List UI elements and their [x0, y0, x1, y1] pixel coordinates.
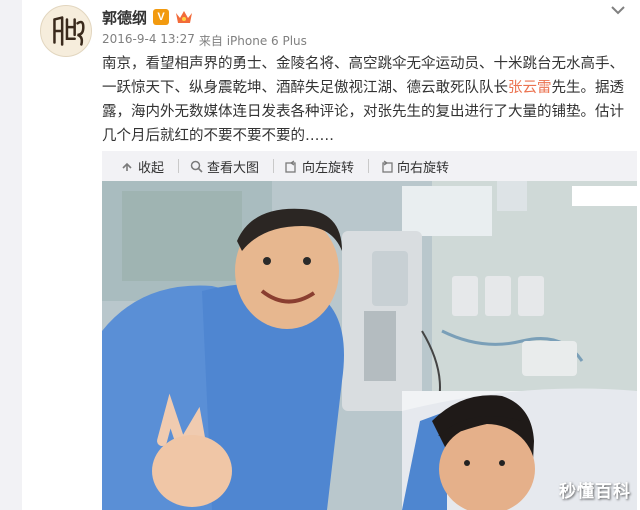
- post-meta: 2016-9-4 13:27 来自 iPhone 6 Plus: [102, 32, 307, 49]
- rotate-right-label: 向右旋转: [397, 160, 450, 176]
- mention-link[interactable]: 张云雷: [508, 80, 552, 96]
- page-left-gutter: [0, 0, 22, 510]
- post-photo[interactable]: 秒懂百科: [102, 181, 637, 510]
- hospital-photo-illustration: [102, 181, 637, 510]
- watermark: 秒懂百科: [559, 482, 631, 502]
- avatar-logo-icon: [53, 16, 85, 46]
- rotate-right-icon: [379, 159, 393, 173]
- view-large-button[interactable]: 查看大图: [189, 157, 284, 176]
- verified-icon[interactable]: V: [153, 9, 170, 25]
- avatar[interactable]: [40, 5, 92, 57]
- collapse-button[interactable]: 收起: [120, 157, 189, 176]
- media-toolbar: 收起 查看大图 向左旋转 向右旋转: [102, 151, 637, 181]
- rotate-left-label: 向左旋转: [302, 160, 355, 176]
- rotate-left-icon: [284, 159, 298, 173]
- chevron-down-icon[interactable]: [610, 4, 626, 16]
- post-text: 南京，看望相声界的勇士、金陵名将、高空跳伞无伞运动员、十米跳台无水高手、一跃惊天…: [102, 52, 632, 148]
- post-time[interactable]: 2016-9-4 13:27: [102, 32, 195, 49]
- weibo-post-card: 郭德纲 V 2016-9-4 13:27 来自 iPhone 6 Plus 南京…: [22, 0, 640, 510]
- toolbar-divider: [178, 159, 180, 173]
- author-name[interactable]: 郭德纲: [102, 7, 147, 28]
- post-source: 来自 iPhone 6 Plus: [198, 34, 307, 48]
- member-icon[interactable]: [175, 9, 193, 25]
- rotate-right-button[interactable]: 向右旋转: [379, 157, 449, 176]
- collapse-icon: [120, 159, 134, 173]
- toolbar-divider: [368, 159, 370, 173]
- toolbar-divider: [273, 159, 275, 173]
- view-large-label: 查看大图: [207, 160, 260, 176]
- zoom-icon: [189, 159, 203, 173]
- collapse-label: 收起: [138, 160, 165, 176]
- rotate-left-button[interactable]: 向左旋转: [284, 157, 379, 176]
- author-row: 郭德纲 V: [102, 6, 193, 28]
